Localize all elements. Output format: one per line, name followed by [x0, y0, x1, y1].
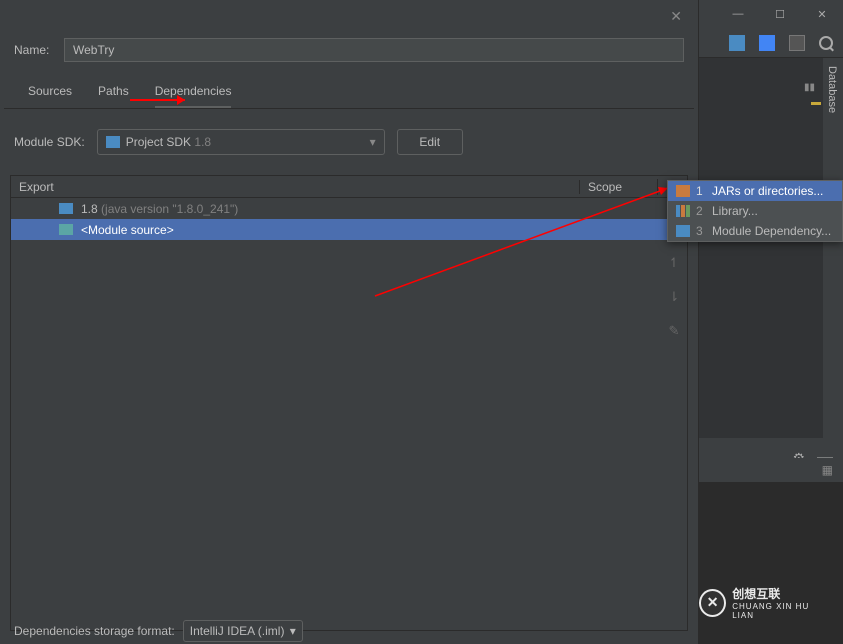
storage-value: IntelliJ IDEA (.iml) [190, 624, 285, 638]
watermark-text: 创想互联 [732, 587, 780, 601]
toolbar-icon[interactable] [789, 35, 805, 51]
minimize-icon[interactable]: — [717, 0, 759, 28]
chevron-down-icon: ▾ [370, 135, 376, 149]
close-icon[interactable]: ✕ [801, 0, 843, 28]
module-icon [676, 225, 690, 237]
maximize-icon[interactable]: ☐ [759, 0, 801, 28]
sdk-select[interactable]: Project SDK 1.8 ▾ [97, 129, 385, 155]
sdk-label: Module SDK: [14, 135, 85, 149]
storage-label: Dependencies storage format: [14, 624, 175, 638]
jar-icon [676, 185, 690, 197]
table-header: Export Scope + [11, 176, 687, 198]
sdk-version: 1.8 [194, 135, 211, 149]
item-label: JARs or directories... [712, 184, 823, 198]
storage-select[interactable]: IntelliJ IDEA (.iml) ▾ [183, 620, 303, 642]
pause-icon: ▮▮ [804, 82, 815, 93]
close-icon[interactable]: ✕ [670, 8, 682, 25]
library-icon [676, 205, 690, 217]
database-tool[interactable]: Database [823, 58, 841, 121]
name-row: Name: [0, 0, 698, 62]
tab-sources[interactable]: Sources [28, 84, 72, 108]
module-settings-dialog: ✕ Name: Sources Paths Dependencies Modul… [0, 0, 699, 644]
chevron-down-icon: ▾ [290, 624, 296, 638]
storage-row: Dependencies storage format: IntelliJ ID… [14, 620, 303, 642]
main-window-right: — ☐ ✕ ▮▮ Database ⚙ — ▦ ✕ 创想互联 CHUANG XI… [699, 0, 843, 644]
popup-item-module[interactable]: 3 Module Dependency... [668, 221, 842, 241]
edit-button[interactable]: Edit [397, 129, 463, 155]
add-dependency-popup: 1 JARs or directories... 2 Library... 3 … [667, 180, 843, 242]
watermark: ✕ 创想互联 CHUANG XIN HU LIAN [699, 585, 831, 620]
warning-marker [811, 102, 821, 105]
folder-icon [106, 136, 120, 148]
right-toolwindow-bar: Database [823, 58, 843, 438]
row-text: <Module source> [81, 223, 174, 237]
move-down-icon[interactable]: ⇂ [669, 289, 680, 305]
edit-icon[interactable]: ✎ [669, 323, 680, 339]
tabs: Sources Paths Dependencies [4, 62, 694, 109]
row-suffix: (java version "1.8.0_241") [101, 202, 238, 216]
col-export[interactable]: Export [11, 180, 579, 194]
col-scope[interactable]: Scope [579, 180, 657, 194]
table-body: 1.8 (java version "1.8.0_241") <Module s… [11, 198, 687, 630]
row-text: 1.8 [81, 202, 98, 216]
popup-item-library[interactable]: 2 Library... [668, 201, 842, 221]
item-label: Module Dependency... [712, 224, 831, 238]
watermark-sub: CHUANG XIN HU LIAN [732, 602, 831, 620]
sdk-value: Project SDK [126, 135, 191, 149]
editor-preview: ▮▮ [699, 58, 823, 438]
sdk-row: Module SDK: Project SDK 1.8 ▾ Edit [0, 109, 698, 155]
toolbar [699, 28, 843, 58]
move-up-icon[interactable]: ↿ [669, 255, 680, 271]
watermark-logo: ✕ [699, 589, 726, 617]
table-row[interactable]: 1.8 (java version "1.8.0_241") [11, 198, 687, 219]
toolbar-icon[interactable] [729, 35, 745, 51]
folder-icon [59, 203, 73, 214]
folder-icon [59, 224, 73, 235]
tab-dependencies[interactable]: Dependencies [155, 84, 232, 108]
panel-toolbar2: ▦ [699, 458, 843, 482]
dependencies-table: Export Scope + 1.8 (java version "1.8.0_… [10, 175, 688, 631]
name-input[interactable] [64, 38, 684, 62]
search-icon[interactable] [819, 36, 833, 50]
popup-item-jars[interactable]: 1 JARs or directories... [668, 181, 842, 201]
table-row[interactable]: <Module source> [11, 219, 687, 240]
item-number: 1 [696, 184, 706, 198]
window-controls: — ☐ ✕ [699, 0, 843, 28]
toolbar-icon[interactable] [759, 35, 775, 51]
name-label: Name: [14, 43, 52, 57]
item-number: 2 [696, 204, 706, 218]
tab-paths[interactable]: Paths [98, 84, 129, 108]
item-label: Library... [712, 204, 758, 218]
layout-icon[interactable]: ▦ [822, 463, 833, 477]
item-number: 3 [696, 224, 706, 238]
